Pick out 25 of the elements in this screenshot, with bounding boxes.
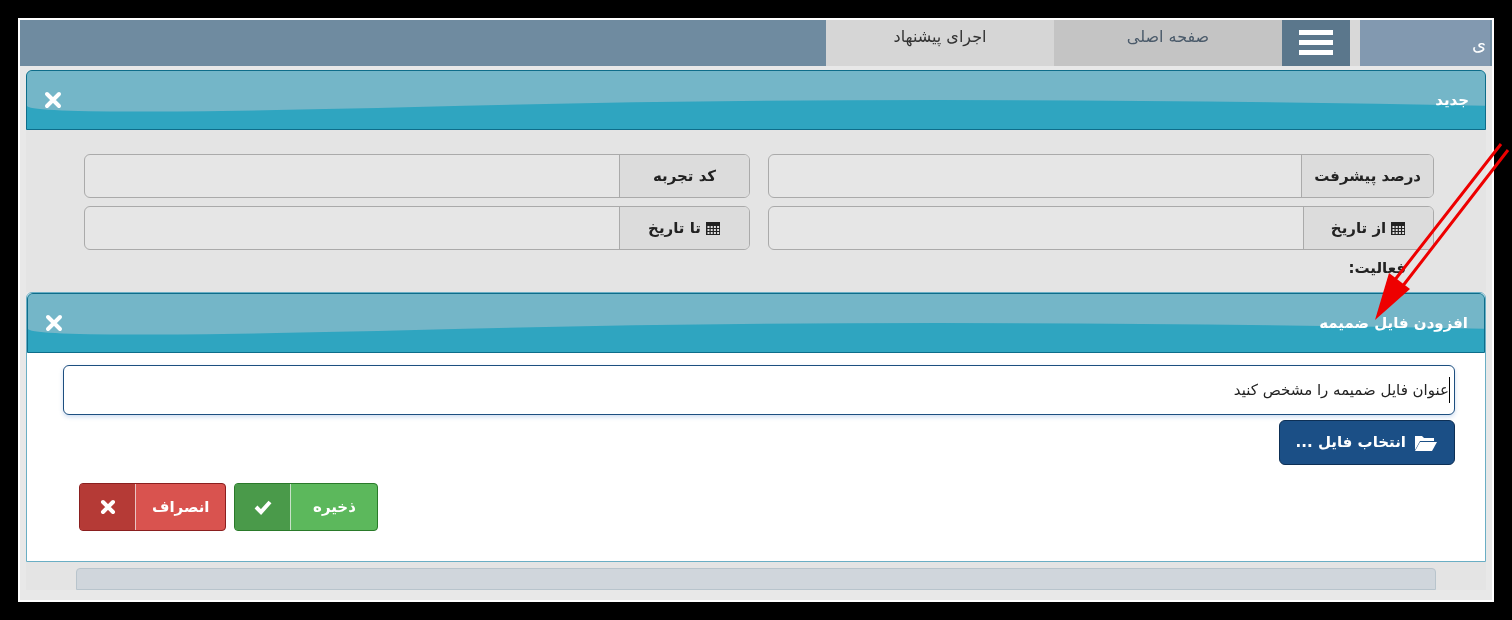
field-label: تا تاریخ — [619, 207, 749, 249]
check-icon — [253, 499, 272, 515]
calendar-icon — [1390, 220, 1407, 236]
form-field[interactable]: از تاریخ — [768, 206, 1434, 250]
field-label: کد تجربه — [619, 155, 749, 197]
form-field[interactable]: درصد پیشرفت — [768, 154, 1434, 198]
close-icon[interactable] — [44, 313, 64, 333]
form-field[interactable]: تا تاریخ — [84, 206, 750, 250]
field-label: از تاریخ — [1303, 207, 1433, 249]
panel-title: جدید — [1435, 89, 1469, 111]
folder-icon — [1414, 433, 1438, 452]
panel-title: افزودن فایل ضمیمه — [1319, 312, 1468, 334]
input-value: عنوان فایل ضمیمه را مشخص کنید — [1233, 379, 1449, 401]
title-input[interactable]: عنوان فایل ضمیمه را مشخص کنید — [63, 365, 1455, 415]
field-label: درصد پیشرفت — [1301, 155, 1433, 197]
close-icon — [99, 499, 116, 515]
nav-tab[interactable]: صفحه اصلی — [1054, 20, 1282, 66]
menu-icon — [1299, 29, 1333, 57]
choose-file-button[interactable]: انتخاب فایل ... — [1278, 420, 1455, 465]
calendar-icon — [704, 220, 721, 236]
menu-button[interactable] — [1282, 20, 1350, 66]
form-field[interactable]: کد تجربه — [84, 154, 750, 198]
nav-tab[interactable]: اجرای پیشنهاد — [826, 20, 1054, 66]
cancel-button[interactable]: انصراف — [79, 483, 227, 531]
close-icon[interactable] — [43, 90, 63, 110]
